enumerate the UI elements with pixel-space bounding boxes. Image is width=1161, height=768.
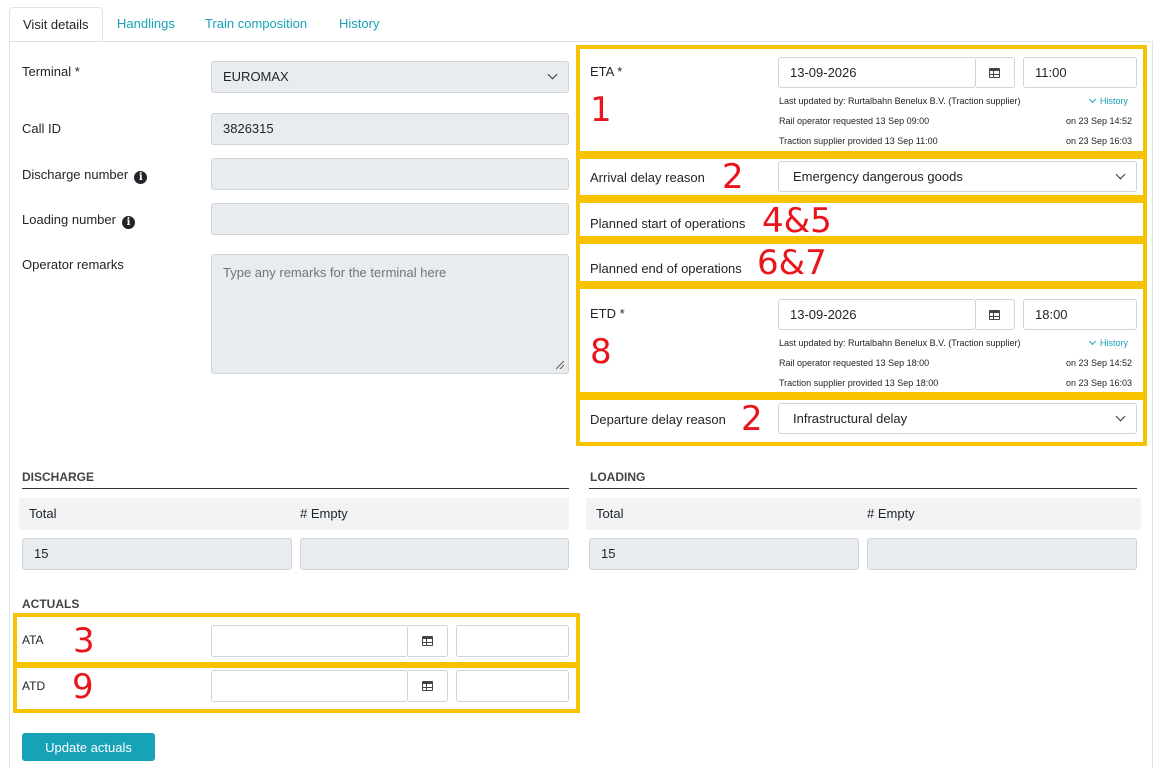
update-actuals-button[interactable]: Update actuals <box>22 733 155 761</box>
chevron-down-icon <box>1115 169 1126 180</box>
etd-last-updated: Last updated by: Rurtalbahn Benelux B.V.… <box>779 338 1021 348</box>
tab-history[interactable]: History <box>339 7 379 40</box>
calendar-icon <box>989 67 1000 78</box>
etd-time-input[interactable]: 18:00 <box>1023 299 1137 330</box>
call-id-label: Call ID <box>22 121 62 136</box>
calendar-icon <box>421 681 433 691</box>
loading-divider <box>589 488 1137 489</box>
arrival-delay-label: Arrival delay reason <box>590 170 705 185</box>
chevron-down-icon <box>547 69 558 80</box>
atd-label: ATD <box>22 679 46 693</box>
etd-provided-line: Traction supplier provided 13 Sep 18:00 <box>779 378 939 388</box>
discharge-number-field <box>211 158 569 190</box>
loading-total-field: 15 <box>589 538 859 570</box>
discharge-header-row: Total # Empty <box>19 498 569 530</box>
etd-history-label: History <box>1100 338 1129 348</box>
discharge-total-field: 15 <box>22 538 292 570</box>
eta-history-link[interactable]: History <box>1088 95 1129 106</box>
terminal-label: Terminal * <box>22 64 80 79</box>
eta-last-updated: Last updated by: Rurtalbahn Benelux B.V.… <box>779 96 1021 106</box>
planned-start-label: Planned start of operations <box>590 216 746 231</box>
eta-time-input[interactable]: 11:00 <box>1023 57 1137 88</box>
annotation-2-departure: 2 <box>741 399 763 439</box>
loading-header-row: Total # Empty <box>586 498 1141 530</box>
chevron-down-icon <box>1088 95 1097 104</box>
annotation-8: 8 <box>590 332 612 372</box>
etd-date-input[interactable]: 13-09-2026 <box>778 299 976 330</box>
eta-date-input[interactable]: 13-09-2026 <box>778 57 976 88</box>
annotation-2-arrival: 2 <box>722 157 744 197</box>
loading-number-label: Loading number i <box>22 212 135 229</box>
ata-calendar-button[interactable] <box>408 625 448 657</box>
loading-title: LOADING <box>590 470 646 484</box>
eta-calendar-button[interactable] <box>976 57 1015 88</box>
discharge-empty-field <box>300 538 569 570</box>
atd-date-input[interactable] <box>211 670 408 702</box>
atd-time-input[interactable] <box>456 670 569 702</box>
etd-requested-when: on 23 Sep 14:52 <box>1066 358 1133 368</box>
eta-requested-when: on 23 Sep 14:52 <box>1066 116 1133 126</box>
discharge-total-header: Total <box>29 506 57 521</box>
discharge-number-label-text: Discharge number <box>22 167 129 182</box>
ata-time-input[interactable] <box>456 625 569 657</box>
etd-label: ETD * <box>590 306 625 321</box>
planned-end-label: Planned end of operations <box>590 261 742 276</box>
calendar-icon <box>421 636 433 646</box>
info-icon[interactable]: i <box>134 171 148 184</box>
loading-number-field <box>211 203 569 235</box>
eta-history-label: History <box>1100 96 1129 106</box>
atd-calendar-button[interactable] <box>408 670 448 702</box>
departure-delay-select[interactable]: Infrastructural delay <box>778 403 1137 434</box>
terminal-select[interactable]: EUROMAX <box>211 61 569 93</box>
annotation-4-5: 4&5 <box>762 201 832 241</box>
eta-label: ETA * <box>590 64 623 79</box>
annotation-1: 1 <box>590 90 612 130</box>
tab-visit-details[interactable]: Visit details <box>9 7 103 41</box>
arrival-delay-select[interactable]: Emergency dangerous goods <box>778 161 1137 192</box>
tab-handlings[interactable]: Handlings <box>117 7 175 40</box>
annotation-3: 3 <box>73 621 95 661</box>
ata-date-input[interactable] <box>211 625 408 657</box>
loading-empty-field <box>867 538 1137 570</box>
etd-requested-line: Rail operator requested 13 Sep 18:00 <box>779 358 930 368</box>
resize-handle-icon[interactable] <box>556 361 564 369</box>
eta-provided-line: Traction supplier provided 13 Sep 11:00 <box>779 136 938 146</box>
info-icon[interactable]: i <box>121 216 135 229</box>
eta-provided-when: on 23 Sep 16:03 <box>1066 136 1133 146</box>
etd-calendar-button[interactable] <box>976 299 1015 330</box>
operator-remarks-textarea[interactable]: Type any remarks for the terminal here <box>211 254 569 374</box>
discharge-empty-header: # Empty <box>300 506 348 521</box>
loading-total-header: Total <box>596 506 624 521</box>
call-id-field: 3826315 <box>211 113 569 145</box>
ata-label: ATA <box>22 633 44 647</box>
discharge-divider <box>22 488 569 489</box>
actuals-title: ACTUALS <box>22 597 80 611</box>
discharge-title: DISCHARGE <box>22 470 95 484</box>
chevron-down-icon <box>1115 411 1126 422</box>
departure-delay-value: Infrastructural delay <box>793 411 908 426</box>
remarks-placeholder: Type any remarks for the terminal here <box>223 265 447 280</box>
annotation-9: 9 <box>72 667 94 707</box>
etd-history-link[interactable]: History <box>1088 337 1129 348</box>
loading-empty-header: # Empty <box>867 506 915 521</box>
calendar-icon <box>989 309 1000 320</box>
tab-bar: Visit details Handlings Train compositio… <box>9 7 1151 42</box>
departure-delay-label: Departure delay reason <box>590 412 726 427</box>
loading-number-label-text: Loading number <box>22 212 116 227</box>
operator-remarks-label: Operator remarks <box>22 257 124 272</box>
terminal-value: EUROMAX <box>223 69 289 84</box>
discharge-number-label: Discharge number i <box>22 167 148 184</box>
etd-provided-when: on 23 Sep 16:03 <box>1066 378 1133 388</box>
tab-train-composition[interactable]: Train composition <box>205 7 307 40</box>
eta-requested-line: Rail operator requested 13 Sep 09:00 <box>779 116 930 126</box>
arrival-delay-value: Emergency dangerous goods <box>793 169 963 184</box>
chevron-down-icon <box>1088 337 1097 346</box>
annotation-6-7: 6&7 <box>757 243 827 283</box>
